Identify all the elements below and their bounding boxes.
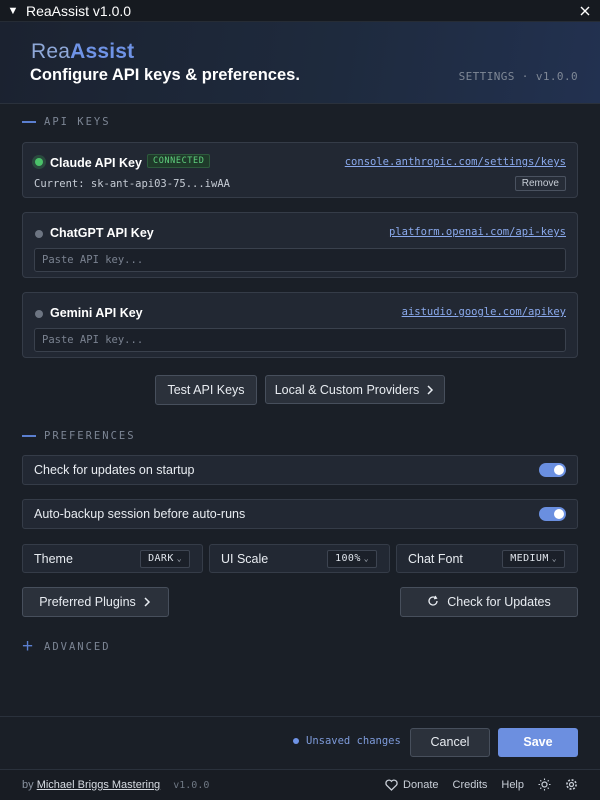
version-label: v1.0.0 xyxy=(173,780,210,791)
author-link[interactable]: Michael Briggs Mastering xyxy=(37,779,161,791)
pref-label: Check for updates on startup xyxy=(34,463,195,477)
section-preferences: PREFERENCES xyxy=(22,430,136,442)
cancel-button[interactable]: Cancel xyxy=(410,728,490,757)
pref-chat-font: Chat Font MEDIUM ⌄ xyxy=(396,544,578,573)
refresh-icon xyxy=(427,595,439,610)
button-label: Local & Custom Providers xyxy=(274,382,420,397)
brand-part-rea: Rea xyxy=(31,40,71,63)
api-key-input[interactable]: Paste API key... xyxy=(34,248,566,272)
pref-label: UI Scale xyxy=(221,552,269,566)
auto-backup-toggle[interactable] xyxy=(539,507,566,521)
gemini-key-card: Gemini API Key aistudio.google.com/apike… xyxy=(22,292,578,358)
remove-key-button[interactable]: Remove xyxy=(514,176,566,191)
footer-links: Donate Credits Help xyxy=(371,778,578,791)
close-icon[interactable] xyxy=(577,1,595,21)
select-value: MEDIUM xyxy=(510,553,549,564)
sun-icon[interactable] xyxy=(538,778,551,791)
help-link[interactable]: Help xyxy=(501,779,524,791)
status-bar: by Michael Briggs Mastering v1.0.0 Donat… xyxy=(0,769,600,800)
collapse-icon[interactable]: ▼ xyxy=(0,5,26,17)
by-label: by xyxy=(22,779,34,791)
claude-key-card: Claude API Key CONNECTED console.anthrop… xyxy=(22,142,578,198)
header: ReaAssist Configure API keys & preferenc… xyxy=(0,22,600,104)
gear-icon[interactable] xyxy=(565,778,578,791)
brand-logo: ReaAssist xyxy=(31,40,134,64)
chevron-down-icon: ⌄ xyxy=(551,554,557,563)
current-key-value: Current: sk-ant-api03-75...iwAA xyxy=(34,178,230,190)
check-for-updates-button[interactable]: Check for Updates xyxy=(400,587,578,617)
button-label: Check for Updates xyxy=(447,595,551,609)
preferred-plugins-button[interactable]: Preferred Plugins xyxy=(22,587,169,617)
status-badge: CONNECTED xyxy=(147,154,211,168)
test-api-keys-button[interactable]: Test API Keys xyxy=(155,375,257,405)
ui-scale-select[interactable]: 100% ⌄ xyxy=(327,550,377,568)
key-provider-link[interactable]: console.anthropic.com/settings/keys xyxy=(345,156,566,168)
key-name: ChatGPT API Key xyxy=(50,226,154,240)
chevron-right-icon xyxy=(142,596,152,608)
page-subtitle: Configure API keys & preferences. xyxy=(30,66,300,84)
expand-plus-icon[interactable]: + xyxy=(22,637,36,656)
heart-icon xyxy=(385,778,398,791)
section-advanced[interactable]: + ADVANCED xyxy=(22,637,111,656)
section-label: ADVANCED xyxy=(44,641,111,653)
select-value: DARK xyxy=(148,553,174,564)
pref-check-updates-startup: Check for updates on startup xyxy=(22,455,578,485)
select-value: 100% xyxy=(335,553,361,564)
key-name: Gemini API Key xyxy=(50,306,143,320)
section-label: PREFERENCES xyxy=(44,430,136,442)
section-api-keys: API KEYS xyxy=(22,116,111,128)
title-bar: ▼ ReaAssist v1.0.0 xyxy=(0,0,600,22)
pref-label: Auto-backup session before auto-runs xyxy=(34,507,246,521)
chatgpt-key-card: ChatGPT API Key platform.openai.com/api-… xyxy=(22,212,578,278)
credits-line: by Michael Briggs Mastering v1.0.0 xyxy=(22,779,209,791)
status-dot-disconnected xyxy=(35,230,43,238)
chat-font-select[interactable]: MEDIUM ⌄ xyxy=(502,550,565,568)
credits-link[interactable]: Credits xyxy=(453,779,488,791)
unsaved-label: Unsaved changes xyxy=(306,735,401,747)
check-updates-toggle[interactable] xyxy=(539,463,566,477)
unsaved-dot-icon xyxy=(293,738,299,744)
api-key-input[interactable]: Paste API key... xyxy=(34,328,566,352)
key-provider-link[interactable]: platform.openai.com/api-keys xyxy=(389,226,566,238)
pref-auto-backup: Auto-backup session before auto-runs xyxy=(22,499,578,529)
chevron-down-icon: ⌄ xyxy=(176,554,182,563)
local-custom-providers-button[interactable]: Local & Custom Providers xyxy=(265,375,445,404)
unsaved-indicator: Unsaved changes xyxy=(293,735,401,747)
pref-theme: Theme DARK ⌄ xyxy=(22,544,203,573)
status-dot-disconnected xyxy=(35,310,43,318)
window-title: ReaAssist v1.0.0 xyxy=(26,2,132,19)
chevron-down-icon: ⌄ xyxy=(363,554,369,563)
section-label: API KEYS xyxy=(44,116,111,128)
button-label: Preferred Plugins xyxy=(39,595,136,609)
key-provider-link[interactable]: aistudio.google.com/apikey xyxy=(402,306,566,318)
collapse-dash-icon[interactable] xyxy=(22,435,36,437)
settings-version: SETTINGS · v1.0.0 xyxy=(458,70,578,83)
save-button[interactable]: Save xyxy=(498,728,578,757)
theme-select[interactable]: DARK ⌄ xyxy=(140,550,190,568)
pref-ui-scale: UI Scale 100% ⌄ xyxy=(209,544,390,573)
donate-link[interactable]: Donate xyxy=(385,778,439,791)
pref-label: Theme xyxy=(34,552,73,566)
pref-label: Chat Font xyxy=(408,552,463,566)
button-label: Test API Keys xyxy=(167,383,245,397)
brand-part-assist: Assist xyxy=(70,40,135,63)
donate-label: Donate xyxy=(403,778,439,791)
chevron-right-icon xyxy=(425,384,435,396)
collapse-dash-icon[interactable] xyxy=(22,121,36,123)
key-name: Claude API Key xyxy=(50,156,142,170)
status-dot-connected xyxy=(35,158,43,166)
